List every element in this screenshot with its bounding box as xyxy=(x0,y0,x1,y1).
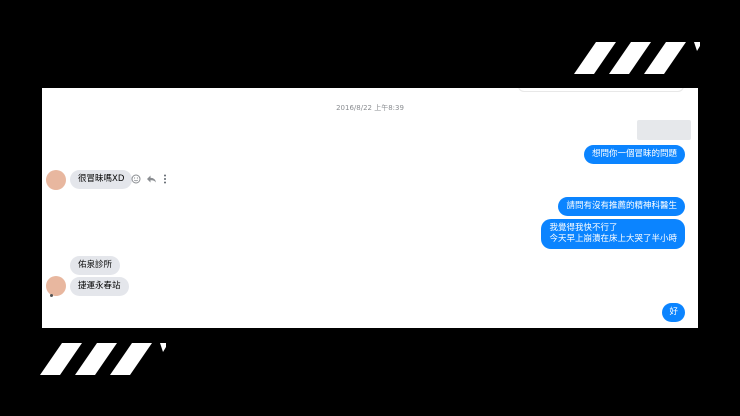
message-actions xyxy=(131,174,168,184)
incoming-message-1[interactable]: 很冒昧嗎XD xyxy=(70,170,133,189)
message-timestamp: 2016/8/22 上午8:39 xyxy=(336,104,404,112)
chat-screenshot: 2016/8/22 上午8:39 想問你一個冒昧的問題 很冒昧嗎XD 請問有沒有… xyxy=(42,88,698,328)
redacted-attachment xyxy=(637,120,691,140)
outgoing-message-2[interactable]: 請問有沒有推薦的精神科醫生 xyxy=(558,197,685,216)
outgoing-message-4[interactable]: 好 xyxy=(662,303,685,322)
reply-arrow-icon[interactable] xyxy=(146,174,157,184)
smiley-icon[interactable] xyxy=(131,174,141,184)
avatar-status-dot xyxy=(50,294,53,297)
outgoing-message-1[interactable]: 想問你一個冒昧的問題 xyxy=(583,145,685,164)
decorative-stripes-bottom xyxy=(40,343,166,375)
avatar[interactable] xyxy=(46,170,66,190)
incoming-message-3[interactable]: 捷運永春站 xyxy=(70,277,129,296)
decorative-stripes-top xyxy=(574,42,700,74)
incoming-message-2[interactable]: 佑泉診所 xyxy=(70,256,121,275)
more-vertical-icon[interactable] xyxy=(162,174,168,184)
previous-message-edge xyxy=(518,88,684,92)
outgoing-message-3-line-2: 今天早上崩潰在床上大哭了半小時 xyxy=(549,234,677,244)
avatar[interactable] xyxy=(46,276,66,296)
outgoing-message-3[interactable]: 我覺得我快不行了 今天早上崩潰在床上大哭了半小時 xyxy=(541,219,685,249)
outgoing-message-3-line-1: 我覺得我快不行了 xyxy=(549,223,618,233)
